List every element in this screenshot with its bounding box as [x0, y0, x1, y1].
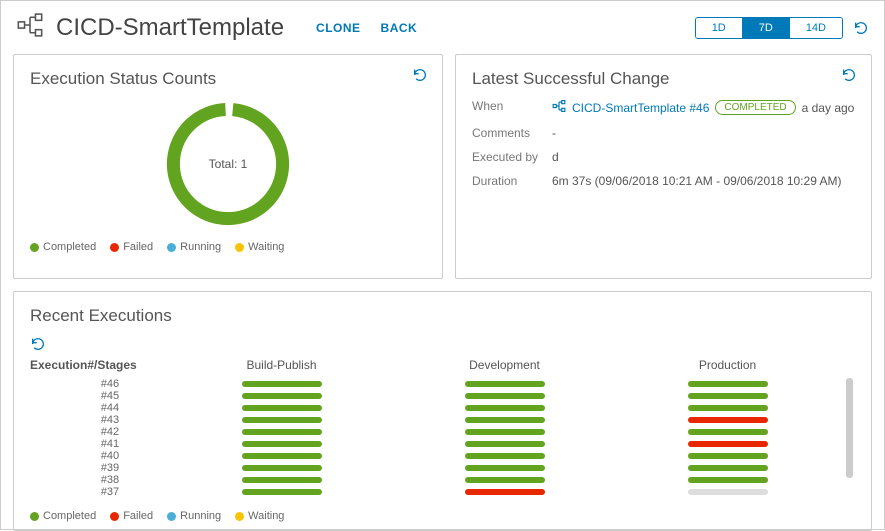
legend2-completed: Completed — [43, 510, 96, 522]
stage-bar — [688, 453, 768, 459]
recent-legend: Completed Failed Running Waiting — [30, 510, 855, 522]
recent-table-header: Execution#/Stages Build-Publish Developm… — [30, 352, 855, 378]
range-7d[interactable]: 7D — [743, 18, 790, 38]
exec-num: #41 — [30, 438, 170, 450]
exec-num: #46 — [30, 378, 170, 390]
stage-bar — [242, 381, 322, 387]
stage-bar — [465, 417, 545, 423]
col-exec: Execution#/Stages — [30, 358, 170, 372]
stage-bar — [688, 465, 768, 471]
change-refresh-icon[interactable] — [841, 67, 857, 83]
latest-change-panel: Latest Successful Change When CICD-Smart… — [455, 54, 872, 279]
status-donut-chart: Total: 1 — [30, 99, 426, 229]
when-ago: a day ago — [802, 101, 855, 115]
legend-running: Running — [180, 241, 221, 253]
recent-title: Recent Executions — [30, 306, 855, 326]
stage-bar — [688, 429, 768, 435]
table-row[interactable]: #40 — [30, 450, 855, 462]
stage-bar — [688, 381, 768, 387]
stage-bar — [688, 417, 768, 423]
pipeline-mini-icon — [552, 99, 566, 116]
stage-bar — [465, 441, 545, 447]
recent-executions-panel: Recent Executions Execution#/Stages Buil… — [13, 291, 872, 531]
stage-bar — [465, 429, 545, 435]
stage-bar — [465, 453, 545, 459]
exec-num: #42 — [30, 426, 170, 438]
stage-bar — [242, 405, 322, 411]
donut-total-label: Total: 1 — [209, 157, 248, 171]
stage-bar — [242, 393, 322, 399]
when-link[interactable]: CICD-SmartTemplate #46 — [572, 101, 709, 115]
status-refresh-icon[interactable] — [412, 67, 428, 83]
stage-bar — [242, 465, 322, 471]
legend-waiting: Waiting — [248, 241, 284, 253]
table-row[interactable]: #39 — [30, 462, 855, 474]
stage-bar — [465, 477, 545, 483]
col-build: Build-Publish — [170, 358, 393, 372]
legend-failed: Failed — [123, 241, 153, 253]
legend2-running: Running — [180, 510, 221, 522]
exec-num: #40 — [30, 450, 170, 462]
time-range-segmented: 1D 7D 14D — [695, 17, 843, 39]
back-link[interactable]: BACK — [381, 21, 418, 35]
exec-num: #39 — [30, 462, 170, 474]
recent-rows: #46#45#44#43#42#41#40#39#38#37 — [30, 378, 855, 498]
status-panel-title: Execution Status Counts — [30, 69, 426, 89]
duration-label: Duration — [472, 174, 552, 188]
stage-bar — [465, 393, 545, 399]
change-panel-title: Latest Successful Change — [472, 69, 855, 89]
stage-bar — [465, 489, 545, 495]
legend-completed: Completed — [43, 241, 96, 253]
comments-label: Comments — [472, 126, 552, 140]
table-row[interactable]: #38 — [30, 474, 855, 486]
when-label: When — [472, 99, 552, 116]
table-row[interactable]: #37 — [30, 486, 855, 498]
stage-bar — [688, 441, 768, 447]
scrollbar[interactable] — [846, 378, 853, 478]
stage-bar — [688, 477, 768, 483]
stage-bar — [242, 453, 322, 459]
exec-num: #44 — [30, 402, 170, 414]
exec-num: #45 — [30, 390, 170, 402]
refresh-icon[interactable] — [853, 20, 869, 36]
legend2-waiting: Waiting — [248, 510, 284, 522]
stage-bar — [242, 417, 322, 423]
status-legend: Completed Failed Running Waiting — [30, 241, 426, 253]
stage-bar — [688, 393, 768, 399]
legend2-failed: Failed — [123, 510, 153, 522]
clone-link[interactable]: CLONE — [316, 21, 361, 35]
range-1d[interactable]: 1D — [696, 18, 743, 38]
stage-bar — [465, 381, 545, 387]
table-row[interactable]: #44 — [30, 402, 855, 414]
comments-value: - — [552, 126, 855, 140]
executedby-label: Executed by — [472, 150, 552, 164]
page-title: CICD-SmartTemplate — [56, 14, 284, 42]
status-badge: COMPLETED — [715, 100, 795, 115]
exec-num: #43 — [30, 414, 170, 426]
col-dev: Development — [393, 358, 616, 372]
recent-refresh-icon[interactable] — [30, 336, 855, 352]
table-row[interactable]: #41 — [30, 438, 855, 450]
pipeline-icon — [16, 11, 44, 44]
col-prod: Production — [616, 358, 839, 372]
stage-bar — [688, 405, 768, 411]
exec-num: #37 — [30, 486, 170, 498]
range-14d[interactable]: 14D — [790, 18, 842, 38]
table-row[interactable]: #42 — [30, 426, 855, 438]
stage-bar — [465, 405, 545, 411]
stage-bar — [242, 489, 322, 495]
stage-bar — [688, 489, 768, 495]
table-row[interactable]: #43 — [30, 414, 855, 426]
duration-value: 6m 37s (09/06/2018 10:21 AM - 09/06/2018… — [552, 174, 855, 188]
table-row[interactable]: #46 — [30, 378, 855, 390]
stage-bar — [242, 429, 322, 435]
stage-bar — [242, 477, 322, 483]
executedby-value: d — [552, 150, 855, 164]
table-row[interactable]: #45 — [30, 390, 855, 402]
exec-num: #38 — [30, 474, 170, 486]
stage-bar — [465, 465, 545, 471]
stage-bar — [242, 441, 322, 447]
status-counts-panel: Execution Status Counts Total: 1 Complet… — [13, 54, 443, 279]
